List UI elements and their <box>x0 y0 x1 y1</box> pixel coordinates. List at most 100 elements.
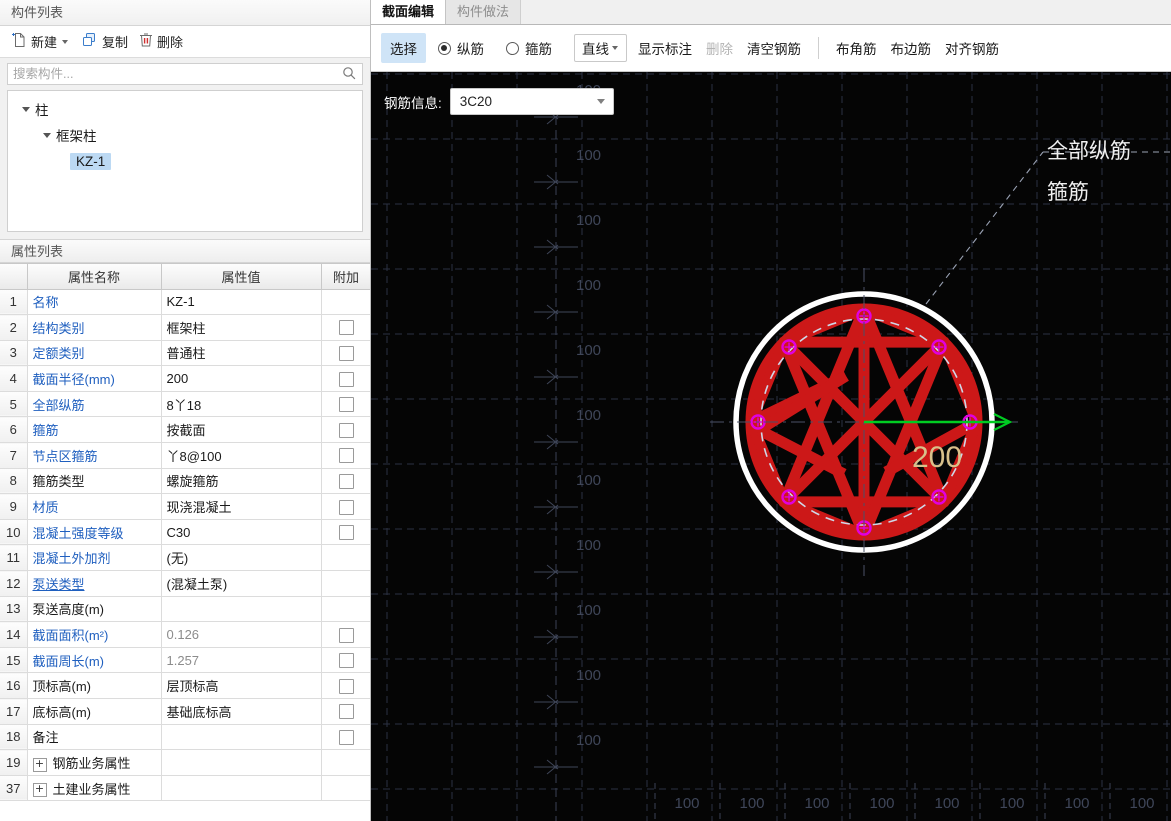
addition-checkbox[interactable] <box>338 473 354 489</box>
property-addition-cell[interactable] <box>321 519 370 546</box>
property-value-cell[interactable] <box>161 724 322 751</box>
addition-checkbox[interactable] <box>338 499 354 515</box>
rebar-info-select[interactable]: 3C20 <box>449 88 614 115</box>
table-row[interactable]: 10 混凝土强度等级 C30 <box>0 519 370 546</box>
property-value-cell[interactable]: 0.126 <box>161 621 322 648</box>
table-row[interactable]: 15 截面周长(m) 1.257 <box>0 647 370 674</box>
property-addition-cell[interactable] <box>321 698 370 725</box>
search-component-box[interactable] <box>7 63 363 85</box>
chevron-down-icon[interactable] <box>596 99 605 104</box>
select-tool-button[interactable]: 选择 <box>381 33 426 63</box>
table-row[interactable]: 14 截面面积(m²) 0.126 <box>0 621 370 648</box>
copy-component-button[interactable]: 复制 <box>78 30 132 54</box>
section-drawing-canvas[interactable]: 100 100 100 100 100 100 100 100 100 100 100 100 100 1… <box>371 72 1171 821</box>
property-value-cell[interactable]: C30 <box>161 519 322 546</box>
table-row[interactable]: 37 + 土建业务属性 <box>0 775 370 802</box>
table-row[interactable]: 1 名称 KZ-1 <box>0 289 370 316</box>
table-row[interactable]: 16 顶标高(m) 层顶标高 <box>0 672 370 699</box>
chevron-down-icon[interactable] <box>43 132 51 138</box>
property-addition-cell[interactable] <box>321 647 370 674</box>
table-row[interactable]: 4 截面半径(mm) 200 <box>0 365 370 392</box>
addition-checkbox[interactable] <box>338 448 354 464</box>
tree-node-kz1[interactable]: KZ-1 <box>8 148 362 174</box>
property-value-cell[interactable]: 1.257 <box>161 647 322 674</box>
addition-checkbox[interactable] <box>338 525 354 541</box>
radio-on-icon[interactable] <box>438 41 451 55</box>
table-row[interactable]: 13 泵送高度(m) <box>0 596 370 623</box>
clear-rebar-button[interactable]: 清空钢筋 <box>740 34 808 62</box>
property-value-cell[interactable] <box>161 596 322 623</box>
table-row[interactable]: 8 箍筋类型 螺旋箍筋 <box>0 468 370 495</box>
addition-checkbox[interactable] <box>338 397 354 413</box>
addition-checkbox[interactable] <box>338 320 354 336</box>
addition-checkbox[interactable] <box>338 627 354 643</box>
property-value-cell[interactable]: 普通柱 <box>161 340 322 367</box>
table-row[interactable]: 7 节点区箍筋 丫8@100 <box>0 442 370 469</box>
table-row[interactable]: 9 材质 现浇混凝土 <box>0 493 370 520</box>
addition-checkbox[interactable] <box>338 346 354 362</box>
property-value-cell[interactable]: 按截面 <box>161 416 322 444</box>
property-value-cell[interactable]: (混凝土泵) <box>161 570 322 597</box>
search-input[interactable] <box>8 64 342 84</box>
edge-rebar-button[interactable]: 布边筋 <box>884 34 939 62</box>
new-component-button[interactable]: 新建 <box>8 30 75 54</box>
property-value-cell[interactable]: 框架柱 <box>161 314 322 341</box>
addition-checkbox[interactable] <box>338 678 354 694</box>
property-value-cell[interactable] <box>161 775 322 802</box>
radio-longitudinal-rebar[interactable]: 纵筋 <box>438 38 484 58</box>
tree-node-frame-column[interactable]: 框架柱 <box>8 122 362 148</box>
table-row[interactable]: 3 定额类别 普通柱 <box>0 340 370 367</box>
tab-component-method[interactable]: 构件做法 <box>446 0 522 24</box>
property-value-cell[interactable]: 8丫18 <box>161 391 322 418</box>
property-value-cell[interactable]: 丫8@100 <box>161 442 322 469</box>
show-annotation-button[interactable]: 显示标注 <box>631 34 699 62</box>
table-row[interactable]: 6 箍筋 按截面 <box>0 416 370 444</box>
chevron-down-icon[interactable] <box>62 39 69 44</box>
property-value-cell[interactable]: 层顶标高 <box>161 672 322 699</box>
radio-stirrup[interactable]: 箍筋 <box>506 38 552 58</box>
line-tool-button[interactable]: 直线 <box>574 34 627 62</box>
table-row[interactable]: 17 底标高(m) 基础底标高 <box>0 698 370 725</box>
expand-icon[interactable]: + <box>32 783 47 798</box>
property-addition-cell[interactable] <box>321 365 370 392</box>
tree-node-column[interactable]: 柱 <box>8 96 362 122</box>
addition-checkbox[interactable] <box>338 704 354 720</box>
property-addition-cell[interactable] <box>321 724 370 751</box>
table-row[interactable]: 19 + 钢筋业务属性 <box>0 749 370 776</box>
chevron-down-icon[interactable] <box>22 106 30 112</box>
table-row[interactable]: 5 全部纵筋 8丫18 <box>0 391 370 418</box>
property-name-cell: 名称 <box>27 289 162 316</box>
property-addition-cell[interactable] <box>321 340 370 367</box>
corner-rebar-button[interactable]: 布角筋 <box>829 34 884 62</box>
property-value-cell[interactable]: (无) <box>161 544 322 572</box>
property-value-cell[interactable]: KZ-1 <box>161 289 322 316</box>
align-rebar-button[interactable]: 对齐钢筋 <box>938 34 1006 62</box>
property-addition-cell[interactable] <box>321 442 370 469</box>
property-addition-cell[interactable] <box>321 468 370 495</box>
addition-checkbox[interactable] <box>338 371 354 387</box>
property-value-cell[interactable]: 螺旋箍筋 <box>161 468 322 495</box>
property-addition-cell[interactable] <box>321 416 370 444</box>
property-addition-cell[interactable] <box>321 621 370 648</box>
addition-checkbox[interactable] <box>338 729 354 745</box>
table-row[interactable]: 18 备注 <box>0 724 370 751</box>
addition-checkbox[interactable] <box>338 422 354 438</box>
property-addition-cell[interactable] <box>321 493 370 520</box>
addition-checkbox[interactable] <box>338 653 354 669</box>
table-row[interactable]: 11 混凝土外加剂 (无) <box>0 544 370 572</box>
property-addition-cell[interactable] <box>321 314 370 341</box>
property-addition-cell[interactable] <box>321 391 370 418</box>
delete-component-button[interactable]: 删除 <box>135 30 187 54</box>
property-value-cell[interactable]: 200 <box>161 365 322 392</box>
radio-off-icon[interactable] <box>506 41 519 55</box>
property-value-cell[interactable] <box>161 749 322 776</box>
expand-icon[interactable]: + <box>32 757 47 772</box>
property-addition-cell[interactable] <box>321 672 370 699</box>
table-row[interactable]: 2 结构类别 框架柱 <box>0 314 370 341</box>
tab-section-edit[interactable]: 截面编辑 <box>371 0 447 24</box>
property-value-cell[interactable]: 基础底标高 <box>161 698 322 725</box>
property-value-cell[interactable]: 现浇混凝土 <box>161 493 322 520</box>
search-icon[interactable] <box>342 66 356 83</box>
table-row[interactable]: 12 泵送类型 (混凝土泵) <box>0 570 370 597</box>
chevron-down-icon[interactable] <box>612 46 618 50</box>
